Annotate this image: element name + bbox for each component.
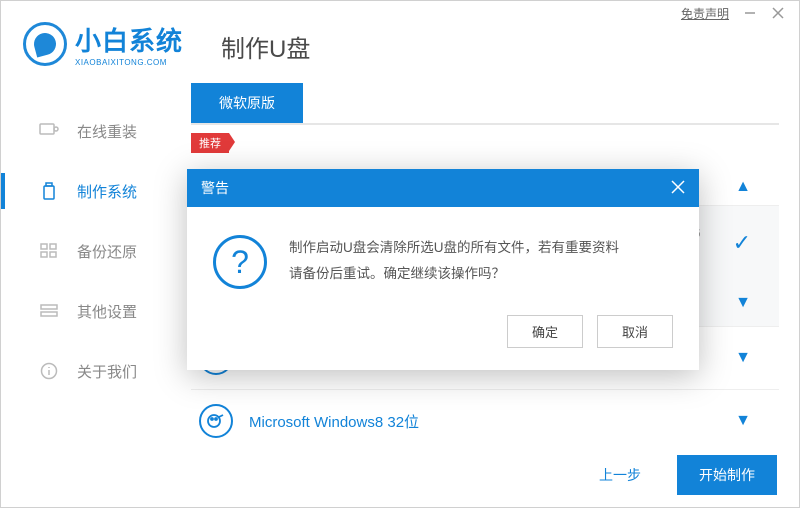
info-icon bbox=[39, 362, 59, 380]
dialog-cancel-button[interactable]: 取消 bbox=[597, 315, 673, 348]
os-item-win8[interactable]: Microsoft Windows8 32位 ▼ bbox=[191, 389, 779, 452]
os-name: Microsoft Windows8 32位 bbox=[249, 411, 735, 432]
chevron-up-icon[interactable]: ▲ bbox=[735, 178, 751, 196]
monitor-icon bbox=[39, 122, 59, 140]
prev-button[interactable]: 上一步 bbox=[577, 455, 663, 495]
check-icon: ✓ bbox=[733, 230, 751, 256]
sidebar-item-other-settings[interactable]: 其他设置 bbox=[1, 281, 191, 341]
recommend-badge: 推荐 bbox=[191, 133, 229, 153]
chevron-down-icon: ▼ bbox=[735, 294, 751, 312]
sidebar-item-online-reinstall[interactable]: 在线重装 bbox=[1, 101, 191, 161]
stack-icon bbox=[39, 302, 59, 320]
dialog-ok-button[interactable]: 确定 bbox=[507, 315, 583, 348]
grid-icon bbox=[39, 242, 59, 260]
dialog-title: 警告 bbox=[201, 178, 229, 198]
start-make-button[interactable]: 开始制作 bbox=[677, 455, 777, 495]
sidebar-item-label: 在线重装 bbox=[77, 121, 137, 142]
dialog-message: 制作启动U盘会清除所选U盘的所有文件，若有重要资料 请备份后重试。确定继续该操作… bbox=[289, 235, 619, 289]
minimize-button[interactable] bbox=[743, 6, 757, 20]
dialog-close-icon[interactable] bbox=[671, 178, 685, 199]
page-title: 制作U盘 bbox=[221, 29, 310, 64]
tab-bar: 微软原版 bbox=[191, 83, 779, 125]
sidebar-item-make-system[interactable]: 制作系统 bbox=[1, 161, 191, 221]
sidebar-item-backup-restore[interactable]: 备份还原 bbox=[1, 221, 191, 281]
sidebar-item-label: 关于我们 bbox=[77, 361, 137, 382]
question-icon: ? bbox=[213, 235, 267, 289]
sidebar-item-label: 备份还原 bbox=[77, 241, 137, 262]
app-logo: 小白系统 XIAOBAIXITONG.COM bbox=[23, 21, 183, 67]
warning-dialog: 警告 ? 制作启动U盘会清除所选U盘的所有文件，若有重要资料 请备份后重试。确定… bbox=[187, 169, 699, 370]
os-icon bbox=[199, 404, 233, 438]
disclaimer-link[interactable]: 免责声明 bbox=[681, 5, 729, 22]
logo-icon bbox=[23, 22, 67, 66]
brand-sub: XIAOBAIXITONG.COM bbox=[75, 58, 183, 67]
tab-microsoft-original[interactable]: 微软原版 bbox=[191, 83, 303, 123]
sidebar: 在线重装 制作系统 备份还原 其他设置 关于我们 bbox=[1, 101, 191, 401]
sidebar-item-label: 制作系统 bbox=[77, 181, 137, 202]
chevron-down-icon: ▼ bbox=[735, 349, 751, 367]
chevron-down-icon: ▼ bbox=[735, 412, 751, 430]
usb-icon bbox=[39, 182, 59, 200]
sidebar-item-about[interactable]: 关于我们 bbox=[1, 341, 191, 401]
close-button[interactable] bbox=[771, 6, 785, 20]
brand-name: 小白系统 bbox=[75, 21, 183, 58]
sidebar-item-label: 其他设置 bbox=[77, 301, 137, 322]
